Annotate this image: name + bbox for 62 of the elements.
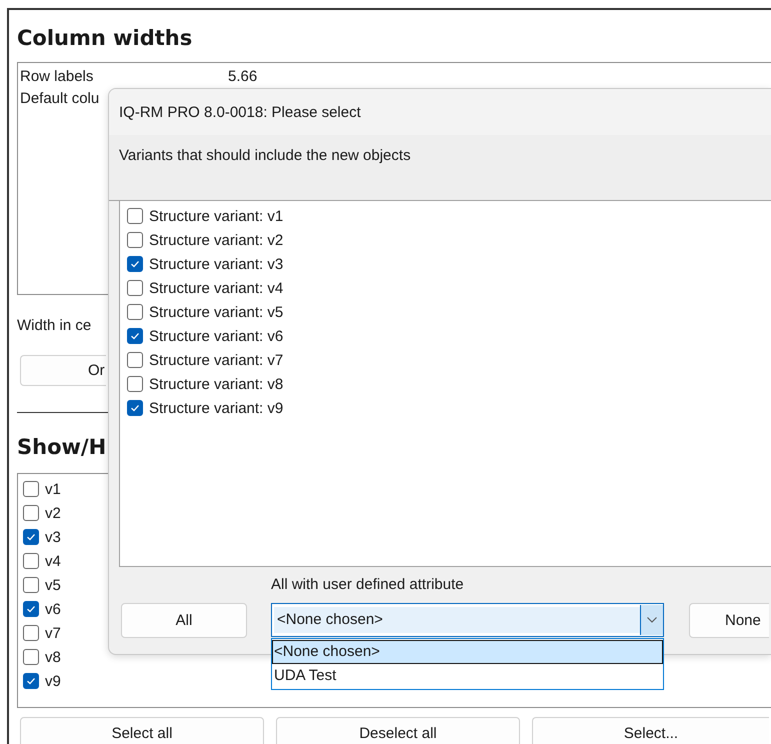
section-heading: Show/H: [17, 434, 106, 461]
check-icon: [130, 259, 140, 269]
checkbox[interactable]: [23, 601, 39, 617]
checkbox-label: v2: [45, 504, 61, 522]
action-button[interactable]: Select...: [532, 717, 769, 744]
row-label: Row labels: [20, 68, 94, 84]
checkbox[interactable]: [127, 256, 143, 272]
field-label: Width in ce: [17, 316, 92, 336]
check-icon: [130, 331, 140, 341]
action-button[interactable]: Deselect all: [276, 717, 520, 744]
checkbox[interactable]: [127, 232, 143, 248]
checkbox-label: Structure variant: v4: [149, 280, 284, 296]
checkbox[interactable]: [23, 553, 39, 569]
checkbox[interactable]: [127, 352, 143, 368]
option-button[interactable]: Or: [20, 355, 106, 386]
checkbox-label: Structure variant: v3: [149, 256, 284, 272]
checkbox-label: v8: [45, 648, 61, 666]
dialog-title: IQ-RM PRO 8.0-0018: Please select: [119, 104, 361, 120]
checkbox-label: Structure variant: v7: [149, 352, 284, 368]
checkbox[interactable]: [127, 208, 143, 224]
section-heading: Column widths: [17, 25, 192, 52]
checkbox[interactable]: [23, 649, 39, 665]
checkbox[interactable]: [23, 529, 39, 545]
checkbox[interactable]: [23, 481, 39, 497]
attribute-label: All with user defined attribute: [271, 575, 465, 595]
checkbox[interactable]: [127, 304, 143, 320]
checkbox[interactable]: [127, 376, 143, 392]
dropdown-option[interactable]: UDA Test: [272, 664, 663, 688]
checkbox-label: Structure variant: v6: [149, 328, 284, 344]
checkbox-label: Structure variant: v8: [149, 376, 284, 392]
dialog-caption: Variants that should include the new objects: [119, 146, 411, 166]
dropdown-value: <None chosen>: [274, 607, 640, 633]
checkbox[interactable]: [23, 505, 39, 521]
checkbox-label: v9: [45, 672, 61, 690]
row-label: Default colu: [20, 90, 100, 106]
checkbox-label: v3: [45, 528, 61, 546]
check-icon: [26, 604, 36, 614]
check-icon: [26, 676, 36, 686]
checkbox-label: Structure variant: v1: [149, 208, 284, 224]
width-value: 5.66: [228, 68, 258, 84]
checkbox[interactable]: [127, 328, 143, 344]
check-icon: [130, 403, 140, 413]
checkbox[interactable]: [23, 673, 39, 689]
action-button[interactable]: Select all: [20, 717, 264, 744]
checkbox[interactable]: [23, 577, 39, 593]
checkbox-label: Structure variant: v5: [149, 304, 284, 320]
check-icon: [26, 532, 36, 542]
dropdown-option[interactable]: <None chosen>: [272, 640, 663, 664]
checkbox[interactable]: [23, 625, 39, 641]
attribute-dropdown[interactable]: <None chosen>: [271, 603, 664, 637]
checkbox-label: v4: [45, 552, 61, 570]
chevron-down-icon: [647, 617, 657, 623]
all-button[interactable]: All: [121, 603, 247, 638]
checkbox-label: v7: [45, 624, 61, 642]
checkbox-label: v6: [45, 600, 61, 618]
checkbox-label: Structure variant: v9: [149, 400, 284, 416]
checkbox[interactable]: [127, 280, 143, 296]
checkbox-label: v5: [45, 576, 61, 594]
checkbox[interactable]: [127, 400, 143, 416]
checkbox-label: v1: [45, 480, 61, 498]
checkbox-label: Structure variant: v2: [149, 232, 284, 248]
none-button[interactable]: None: [689, 603, 769, 638]
